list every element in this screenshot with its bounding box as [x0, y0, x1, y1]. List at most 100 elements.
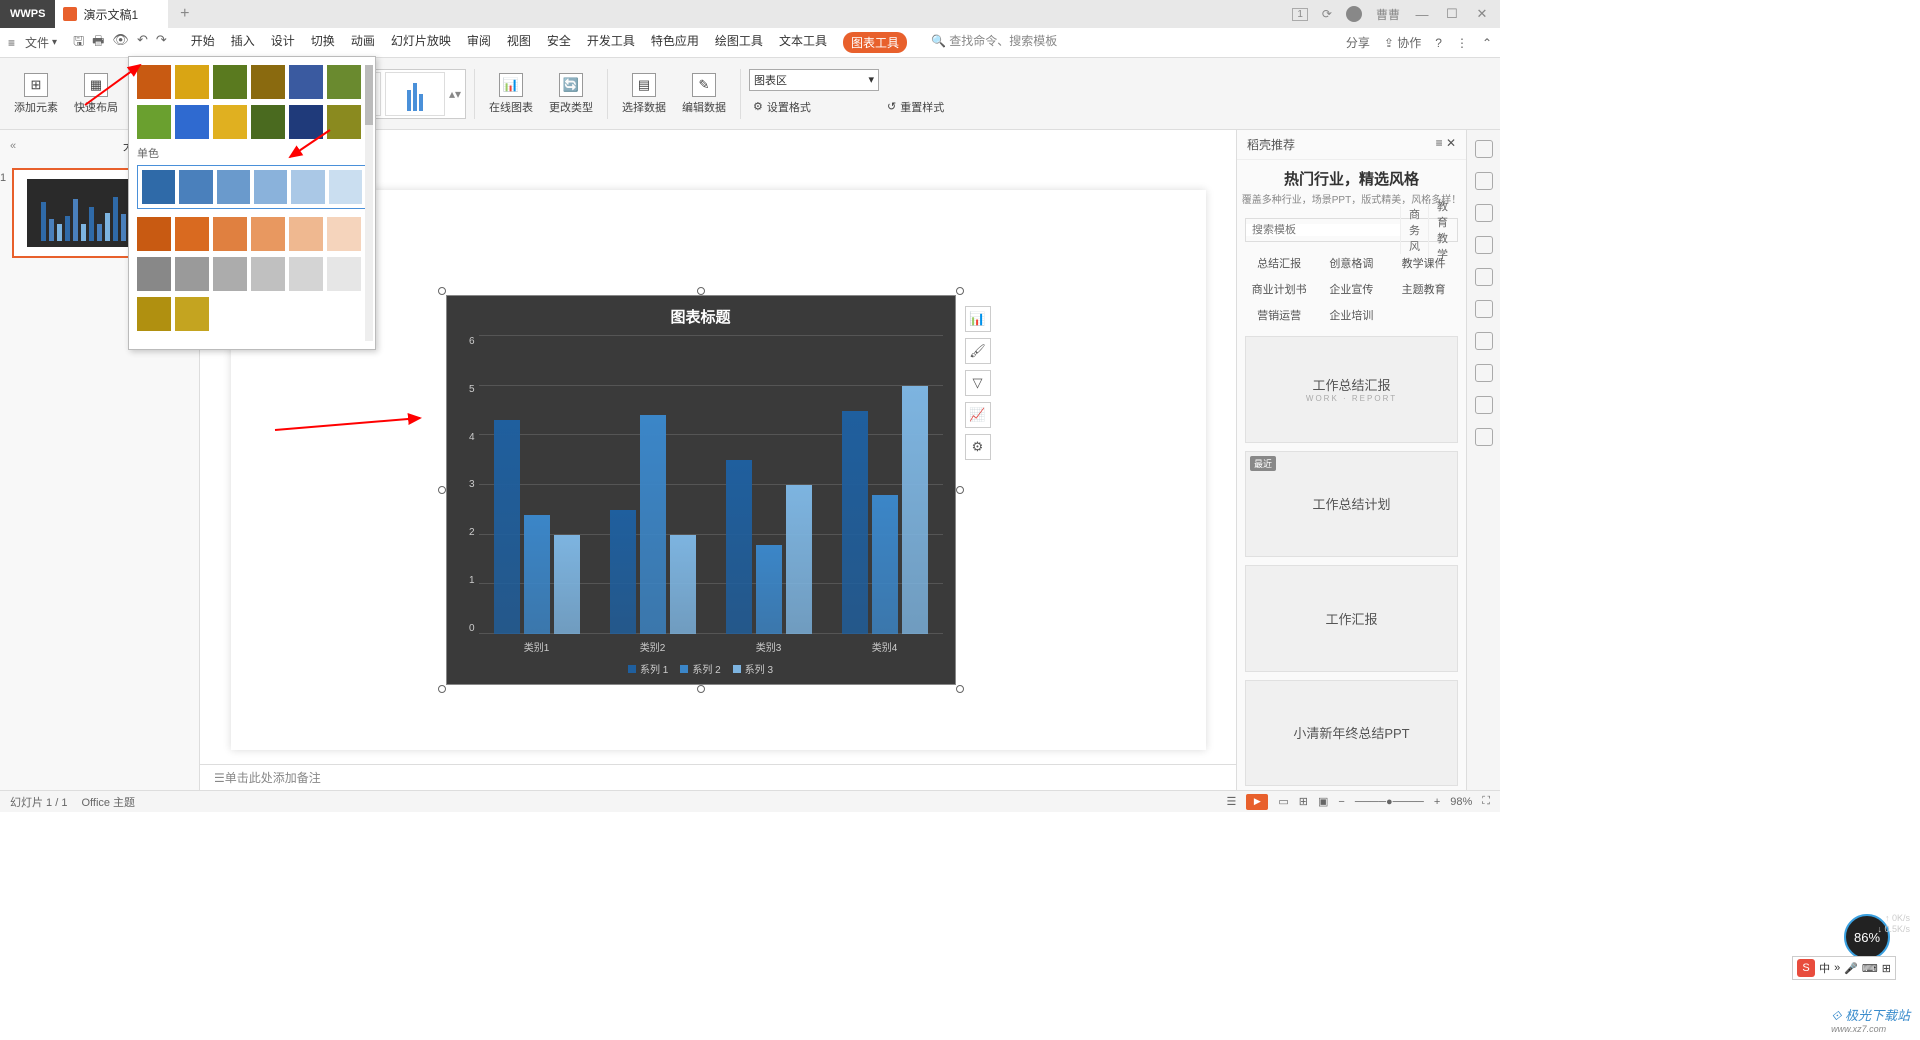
bar[interactable] — [756, 545, 782, 634]
category-item[interactable]: 创意格调 — [1315, 250, 1387, 276]
color-swatch[interactable] — [251, 105, 285, 139]
dropdown-scrollbar[interactable] — [365, 65, 373, 341]
color-swatch[interactable] — [251, 257, 285, 291]
preview-icon[interactable]: 👁 — [112, 32, 129, 54]
menu-text[interactable]: 文本工具 — [779, 32, 827, 53]
online-chart-button[interactable]: 📊在线图表 — [483, 64, 539, 124]
color-swatch[interactable] — [175, 65, 209, 99]
select-data-button[interactable]: ▤选择数据 — [616, 64, 672, 124]
command-search[interactable]: 🔍 查找命令、搜索模板 — [931, 32, 1057, 53]
bar[interactable] — [872, 495, 898, 634]
chart-object[interactable]: 图表标题 6543210 类别1类别2类别3类别4 系列 1系列 2系列 3 📊… — [446, 295, 956, 685]
edit-data-button[interactable]: ✎编辑数据 — [676, 64, 732, 124]
color-swatch[interactable] — [137, 297, 171, 331]
gallery-more-icon[interactable]: ▴▾ — [449, 72, 463, 116]
maximize-button[interactable]: ☐ — [1444, 6, 1460, 22]
help-icon[interactable]: ? — [1435, 36, 1442, 50]
color-swatch[interactable] — [327, 257, 361, 291]
print-icon[interactable]: 🖶 — [92, 32, 104, 54]
bar[interactable] — [640, 415, 666, 634]
side-icon[interactable] — [1475, 364, 1493, 382]
document-tab[interactable]: 演示文稿1 — [55, 0, 168, 28]
side-icon[interactable] — [1475, 268, 1493, 286]
more-icon[interactable]: ⋮ — [1456, 36, 1468, 50]
template-search[interactable]: 商务风 教育教学 — [1245, 218, 1458, 242]
color-swatch[interactable] — [175, 217, 209, 251]
coop-button[interactable]: ⇪ 协作 — [1384, 34, 1421, 51]
badge-icon[interactable]: 1 — [1292, 8, 1308, 21]
template-card-4[interactable]: 小清新年终总结PPT — [1245, 680, 1458, 787]
zoom-slider[interactable]: ────●──── — [1355, 796, 1424, 808]
add-element-button[interactable]: ⊞添加元素 — [8, 64, 64, 124]
redo-icon[interactable]: ↷ — [156, 32, 167, 54]
bar[interactable] — [902, 386, 928, 634]
template-card-3[interactable]: 工作汇报 — [1245, 565, 1458, 672]
bar[interactable] — [786, 485, 812, 634]
view-notes-icon[interactable]: ☰ — [1226, 795, 1236, 808]
color-swatch[interactable] — [213, 217, 247, 251]
panel-collapse-icon[interactable]: « — [10, 140, 16, 152]
color-swatch[interactable] — [179, 170, 212, 204]
panel-settings-icon[interactable]: ≡ — [1436, 136, 1443, 150]
chart-elements-icon[interactable]: 📊 — [965, 306, 991, 332]
menu-view[interactable]: 视图 — [507, 32, 531, 53]
change-type-button[interactable]: 🔄更改类型 — [543, 64, 599, 124]
file-menu[interactable]: 文件 ▾ — [25, 34, 57, 51]
menu-review[interactable]: 审阅 — [467, 32, 491, 53]
search-input[interactable] — [1246, 224, 1400, 236]
template-card-1[interactable]: 工作总结汇报WORK · REPORT — [1245, 336, 1458, 443]
category-item[interactable]: 企业宣传 — [1315, 276, 1387, 302]
notes-area[interactable]: ☰ 单击此处添加备注 — [200, 764, 1236, 790]
view-reading-icon[interactable]: ▣ — [1318, 795, 1328, 808]
save-icon[interactable]: 🖫 — [73, 32, 84, 54]
color-swatch[interactable] — [329, 170, 362, 204]
zoom-out-icon[interactable]: − — [1338, 796, 1344, 808]
close-button[interactable]: ✕ — [1474, 6, 1490, 22]
minimize-button[interactable]: — — [1414, 7, 1430, 22]
color-swatch[interactable] — [291, 170, 324, 204]
bar[interactable] — [610, 510, 636, 634]
new-tab-button[interactable]: + — [168, 5, 201, 23]
panel-close-icon[interactable]: ✕ — [1446, 136, 1456, 150]
view-sorter-icon[interactable]: ⊞ — [1299, 795, 1308, 808]
menu-chart-tools[interactable]: 图表工具 — [843, 32, 907, 53]
chart-style-4[interactable] — [385, 72, 445, 116]
bar[interactable] — [726, 460, 752, 634]
color-swatch[interactable] — [175, 105, 209, 139]
menu-transition[interactable]: 切换 — [311, 32, 335, 53]
category-item[interactable]: 企业培训 — [1315, 302, 1387, 328]
color-swatch[interactable] — [213, 65, 247, 99]
set-format-button[interactable]: ⚙ 设置格式 — [753, 99, 875, 115]
avatar[interactable] — [1346, 6, 1362, 22]
zoom-value[interactable]: 98% — [1450, 796, 1472, 808]
color-swatch[interactable] — [254, 170, 287, 204]
color-swatch[interactable] — [327, 217, 361, 251]
category-item[interactable]: 商业计划书 — [1243, 276, 1315, 302]
fit-icon[interactable]: ⛶ — [1482, 795, 1490, 808]
color-swatch[interactable] — [251, 217, 285, 251]
color-swatch[interactable] — [217, 170, 250, 204]
template-card-2[interactable]: 最近工作总结计划 — [1245, 451, 1458, 558]
color-swatch[interactable] — [213, 257, 247, 291]
chart-filter-icon[interactable]: ▽ — [965, 370, 991, 396]
menu-design[interactable]: 设计 — [271, 32, 295, 53]
collapse-ribbon-icon[interactable]: ⌃ — [1482, 36, 1492, 50]
menu-features[interactable]: 特色应用 — [651, 32, 699, 53]
hamburger-icon[interactable]: ≡ — [8, 36, 15, 50]
color-swatch[interactable] — [327, 65, 361, 99]
side-icon[interactable] — [1475, 428, 1493, 446]
menu-insert[interactable]: 插入 — [231, 32, 255, 53]
share-button[interactable]: 分享 — [1346, 34, 1370, 51]
category-item[interactable]: 营销运营 — [1243, 302, 1315, 328]
color-swatch[interactable] — [251, 65, 285, 99]
undo-icon[interactable]: ↶ — [137, 32, 148, 54]
chart-brush-icon[interactable]: 🖌 — [965, 338, 991, 364]
side-icon[interactable] — [1475, 332, 1493, 350]
zoom-in-icon[interactable]: + — [1434, 796, 1440, 808]
color-swatch[interactable] — [142, 170, 175, 204]
menu-start[interactable]: 开始 — [191, 32, 215, 53]
menu-security[interactable]: 安全 — [547, 32, 571, 53]
bar[interactable] — [494, 420, 520, 634]
side-icon[interactable] — [1475, 204, 1493, 222]
side-icon[interactable] — [1475, 236, 1493, 254]
